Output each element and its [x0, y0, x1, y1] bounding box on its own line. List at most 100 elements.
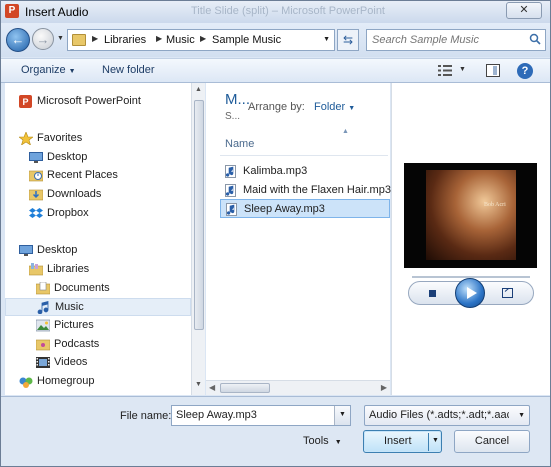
play-icon[interactable]: [455, 278, 485, 308]
library-title: M...: [225, 91, 250, 108]
background-window-title: Title Slide (split) – Microsoft PowerPoi…: [191, 5, 385, 17]
file-name: Sleep Away.mp3: [244, 203, 325, 215]
sidebar-item-label: Favorites: [37, 132, 83, 144]
insert-options-dropdown-icon[interactable]: ▼: [432, 437, 439, 444]
preview-pane-toggle-icon[interactable]: [486, 64, 500, 77]
file-row[interactable]: Maid with the Flaxen Hair.mp3: [220, 181, 391, 200]
sidebar-item-label: Dropbox: [47, 207, 89, 219]
address-bar[interactable]: ▶ Libraries ▶ Music ▶ Sample Music ▼: [67, 29, 335, 51]
powerpoint-app-icon: P: [5, 4, 19, 18]
dropbox-icon: [29, 208, 43, 218]
forward-arrow-icon: →: [36, 32, 50, 47]
sidebar-item-label: Desktop: [37, 244, 78, 256]
back-button[interactable]: ←: [6, 28, 30, 52]
sidebar-item-label: Videos: [54, 356, 88, 368]
media-preview: Bob Acri: [404, 163, 537, 268]
chevron-down-icon: ▼: [348, 105, 356, 112]
sidebar-item-label: Microsoft PowerPoint: [37, 95, 141, 107]
tools-label: Tools: [303, 435, 329, 447]
file-name: Maid with the Flaxen Hair.mp3: [243, 184, 391, 196]
navigation-pane: P Microsoft PowerPoint Favorites Desktop Rec…: [5, 83, 205, 395]
change-view-icon[interactable]: [438, 65, 452, 76]
file-name-dropdown-icon[interactable]: ▼: [334, 406, 350, 425]
scroll-right-icon[interactable]: ▶: [381, 383, 387, 392]
breadcrumb-separator-icon[interactable]: ▶: [200, 34, 206, 43]
sidebar-item-label: Downloads: [47, 188, 102, 200]
file-name-label: File name:: [120, 410, 172, 422]
scroll-left-icon[interactable]: ◀: [209, 383, 215, 392]
file-list-pane: M... S... Arrange by: Folder ▼ ▲ Name Ka…: [206, 83, 391, 395]
file-row[interactable]: Kalimba.mp3: [220, 162, 390, 181]
header-divider: [220, 155, 388, 156]
file-list-horizontal-scrollbar[interactable]: ◀ ▶: [206, 380, 390, 395]
search-box[interactable]: [366, 29, 546, 51]
homegroup-icon: [19, 377, 33, 388]
downloads-icon: [29, 189, 43, 201]
forward-button[interactable]: →: [32, 28, 54, 50]
breadcrumb-separator-icon[interactable]: ▶: [156, 34, 162, 43]
breadcrumb-separator-icon[interactable]: ▶: [92, 34, 98, 43]
recent-pages-dropdown-icon[interactable]: ▼: [57, 35, 64, 42]
search-icon[interactable]: [529, 33, 541, 45]
arrange-by-dropdown[interactable]: Folder ▼: [314, 101, 355, 113]
file-type-select[interactable]: Audio Files (*.adts;*.adt;*.aac;*. ▼: [364, 405, 530, 426]
arrange-by-label: Arrange by:: [248, 101, 305, 113]
close-button[interactable]: ✕: [506, 2, 542, 19]
refresh-button[interactable]: ⇆: [337, 29, 359, 51]
breadcrumb-sample-music[interactable]: Sample Music: [212, 34, 281, 46]
file-name: Kalimba.mp3: [243, 165, 308, 177]
sidebar-item-label: Pictures: [54, 319, 94, 331]
file-name-value[interactable]: Sleep Away.mp3: [176, 409, 257, 421]
scrollbar-thumb[interactable]: [220, 383, 270, 393]
file-name-field[interactable]: Sleep Away.mp3 ▼: [171, 405, 351, 426]
navigation-scrollbar[interactable]: ▲ ▼: [191, 83, 205, 395]
view-options-dropdown-icon[interactable]: ▼: [459, 66, 466, 73]
window-title: Insert Audio: [25, 5, 89, 19]
arrange-by-value: Folder: [314, 101, 346, 113]
library-subtitle: S...: [225, 111, 241, 122]
back-arrow-icon: ←: [11, 32, 25, 47]
sidebar-item-music[interactable]: Music: [5, 298, 191, 316]
address-history-dropdown-icon[interactable]: ▼: [323, 36, 330, 43]
audio-file-icon: [225, 165, 236, 178]
insert-label: Insert: [384, 435, 412, 447]
podcasts-icon: [36, 339, 50, 351]
sidebar-item-label: Libraries: [47, 263, 90, 275]
scrollbar-thumb[interactable]: [194, 100, 204, 330]
help-icon[interactable]: ?: [517, 63, 533, 79]
music-icon: [37, 301, 49, 314]
breadcrumb-libraries[interactable]: Libraries: [104, 34, 146, 46]
folder-icon: [72, 34, 86, 46]
svg-text:P: P: [22, 97, 28, 107]
scroll-down-icon[interactable]: ▼: [195, 381, 202, 388]
recent-places-icon: [29, 170, 43, 182]
search-input[interactable]: [372, 33, 522, 47]
tools-button[interactable]: Tools ▼: [303, 435, 342, 447]
column-header-name[interactable]: Name: [225, 138, 254, 150]
new-folder-button[interactable]: New folder: [102, 64, 155, 76]
sidebar-item-label: Homegroup: [37, 375, 95, 387]
title-bar: P Insert Audio Title Slide (split) – Mic…: [1, 1, 550, 23]
fullscreen-icon[interactable]: [502, 288, 513, 298]
organize-label: Organize: [21, 64, 66, 76]
breadcrumb-music[interactable]: Music: [166, 34, 195, 46]
sidebar-item-label: Documents: [54, 282, 110, 294]
organize-button[interactable]: Organize ▼: [21, 64, 76, 76]
cancel-button[interactable]: Cancel: [454, 430, 530, 453]
media-controls: [408, 278, 534, 308]
address-row: ← → ▼ ▶ Libraries ▶ Music ▶ Sample Music…: [1, 23, 550, 57]
insert-audio-dialog: P Insert Audio Title Slide (split) – Mic…: [0, 0, 551, 467]
insert-button[interactable]: Insert ▼: [363, 430, 442, 453]
desktop-icon: [19, 245, 33, 256]
stop-icon[interactable]: [429, 290, 436, 297]
file-row[interactable]: Sleep Away.mp3: [220, 199, 390, 218]
sidebar-item-label: Recent Places: [47, 169, 118, 181]
chevron-down-icon: ▼: [68, 68, 76, 75]
file-type-value: Audio Files (*.adts;*.adt;*.aac;*.: [369, 409, 509, 421]
scroll-up-icon[interactable]: ▲: [195, 86, 202, 93]
sidebar-item-label: Podcasts: [54, 338, 100, 350]
sidebar-item-label: Music: [55, 301, 84, 313]
videos-icon: [36, 357, 50, 368]
sidebar-item-label: Desktop: [47, 151, 88, 163]
audio-file-icon: [226, 203, 237, 216]
